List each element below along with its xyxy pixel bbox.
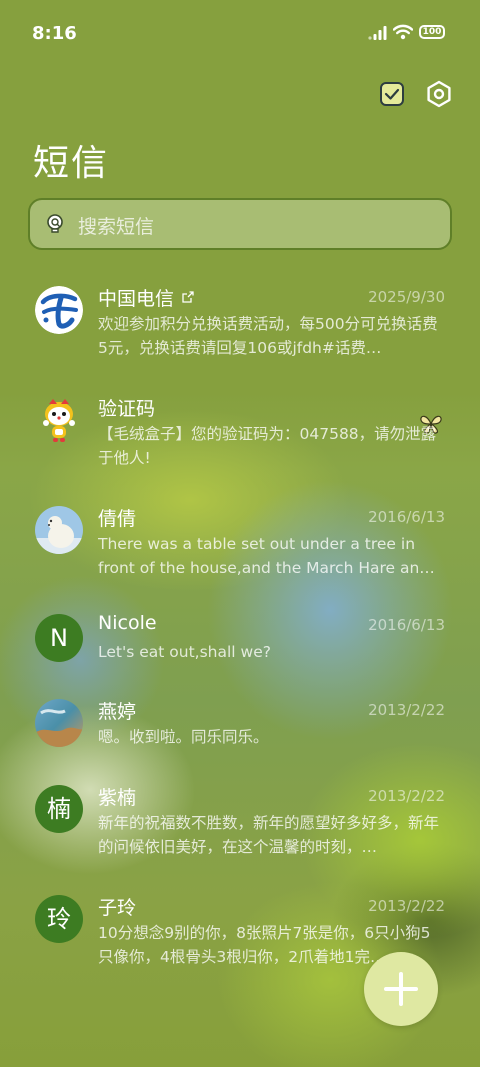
conversation-preview: 欢迎参加积分兑换话费活动，每500分可兑换话费5元，兑换话费请回复106或jfd… <box>98 315 438 357</box>
conversation-name: 燕婷 <box>98 701 137 723</box>
conversation-item[interactable]: 楠 紫楠 2013/2/22 新年的祝福数不胜数，新年的愿望好多好多，新年的问候… <box>0 785 480 885</box>
conversation-date: 2013/2/22 <box>368 701 445 719</box>
status-time: 8:16 <box>32 23 77 44</box>
conversation-date: 2016/6/13 <box>368 616 445 634</box>
conversation-name: 子玲 <box>98 897 137 919</box>
avatar-landscape-photo <box>35 699 83 747</box>
compose-button[interactable] <box>364 952 438 1026</box>
battery-level: 100 <box>422 27 442 37</box>
conversation-name: Nicole <box>98 612 157 634</box>
avatar-china-telecom-logo <box>35 286 83 334</box>
avatar-polar-bear-photo <box>35 506 83 554</box>
conversation-date: 2013/2/22 <box>368 897 445 915</box>
wifi-icon <box>393 24 413 40</box>
search-bar[interactable]: 搜索短信 <box>28 198 452 250</box>
lightbulb-search-icon <box>47 214 63 233</box>
header-actions <box>0 80 480 110</box>
avatar-letter: N <box>35 614 83 662</box>
conversation-preview: There was a table set out under a tree i… <box>98 535 435 577</box>
conversation-date: 2013/2/22 <box>368 787 445 805</box>
status-bar: 8:16 100 <box>0 0 480 68</box>
conversation-item[interactable]: 燕婷 2013/2/22 嗯。收到啦。同乐同乐。 <box>0 699 480 799</box>
settings-icon[interactable] <box>425 80 453 108</box>
avatar-cartoon-cat <box>43 399 75 442</box>
conversation-preview: Let's eat out,shall we? <box>98 643 271 661</box>
page-title: 短信 <box>33 143 110 184</box>
conversation-name: 倩倩 <box>98 508 137 530</box>
checklist-icon[interactable] <box>379 81 405 107</box>
conversation-name: 验证码 <box>98 398 156 420</box>
avatar-letter: 玲 <box>35 895 83 943</box>
conversation-preview: 新年的祝福数不胜数，新年的愿望好多好多，新年的问候依旧美好，在这个温馨的时刻，… <box>98 814 440 856</box>
conversation-name: 紫楠 <box>98 787 137 809</box>
plus-icon <box>384 972 418 1006</box>
battery-icon: 100 <box>419 25 445 39</box>
conversation-item[interactable]: 验证码 【毛绒盒子】您的验证码为：047588，请勿泄露于他人! <box>0 396 480 496</box>
external-link-icon <box>182 291 194 303</box>
conversation-item[interactable]: 中国电信 2025/9/30 欢迎参加积分兑换话费活动，每500分可兑换话费5元… <box>0 286 480 386</box>
conversation-preview: 【毛绒盒子】您的验证码为：047588，请勿泄露于他人! <box>98 425 437 467</box>
search-placeholder: 搜索短信 <box>78 216 155 238</box>
conversation-item[interactable]: 倩倩 2016/6/13 There was a table set out u… <box>0 506 480 606</box>
conversation-date: 2016/6/13 <box>368 508 445 526</box>
avatar-letter: 楠 <box>35 785 83 833</box>
signal-icon <box>368 26 387 40</box>
conversation-name: 中国电信 <box>98 284 194 311</box>
conversation-date: 2025/9/30 <box>368 288 445 306</box>
conversation-preview: 嗯。收到啦。同乐同乐。 <box>98 728 269 746</box>
